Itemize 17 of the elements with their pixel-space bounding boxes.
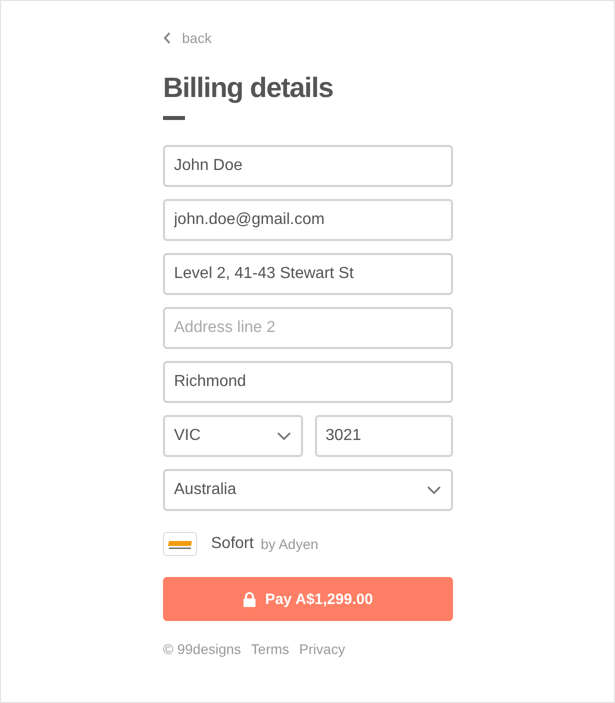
- chevron-down-icon: [427, 486, 441, 494]
- payment-logo-icon: [163, 532, 197, 556]
- copyright-text: © 99designs: [163, 641, 242, 657]
- chevron-left-icon: [163, 32, 171, 44]
- input-field[interactable]: Address line 2: [163, 307, 453, 349]
- input-field[interactable]: Richmond: [163, 361, 453, 403]
- title-underline: [163, 116, 185, 120]
- payment-provider: by Adyen: [260, 536, 318, 552]
- input-field[interactable]: Level 2, 41-43 Stewart St: [163, 253, 453, 295]
- input-field[interactable]: John Doe: [163, 145, 453, 187]
- payment-method-name: Sofort: [211, 535, 254, 553]
- lock-icon: [243, 592, 256, 606]
- input-field[interactable]: 3021: [314, 415, 453, 457]
- chevron-down-icon: [276, 432, 290, 440]
- select-field[interactable]: VIC: [163, 415, 302, 457]
- page-title: Billing details: [163, 71, 334, 105]
- select-field[interactable]: Australia: [163, 469, 453, 511]
